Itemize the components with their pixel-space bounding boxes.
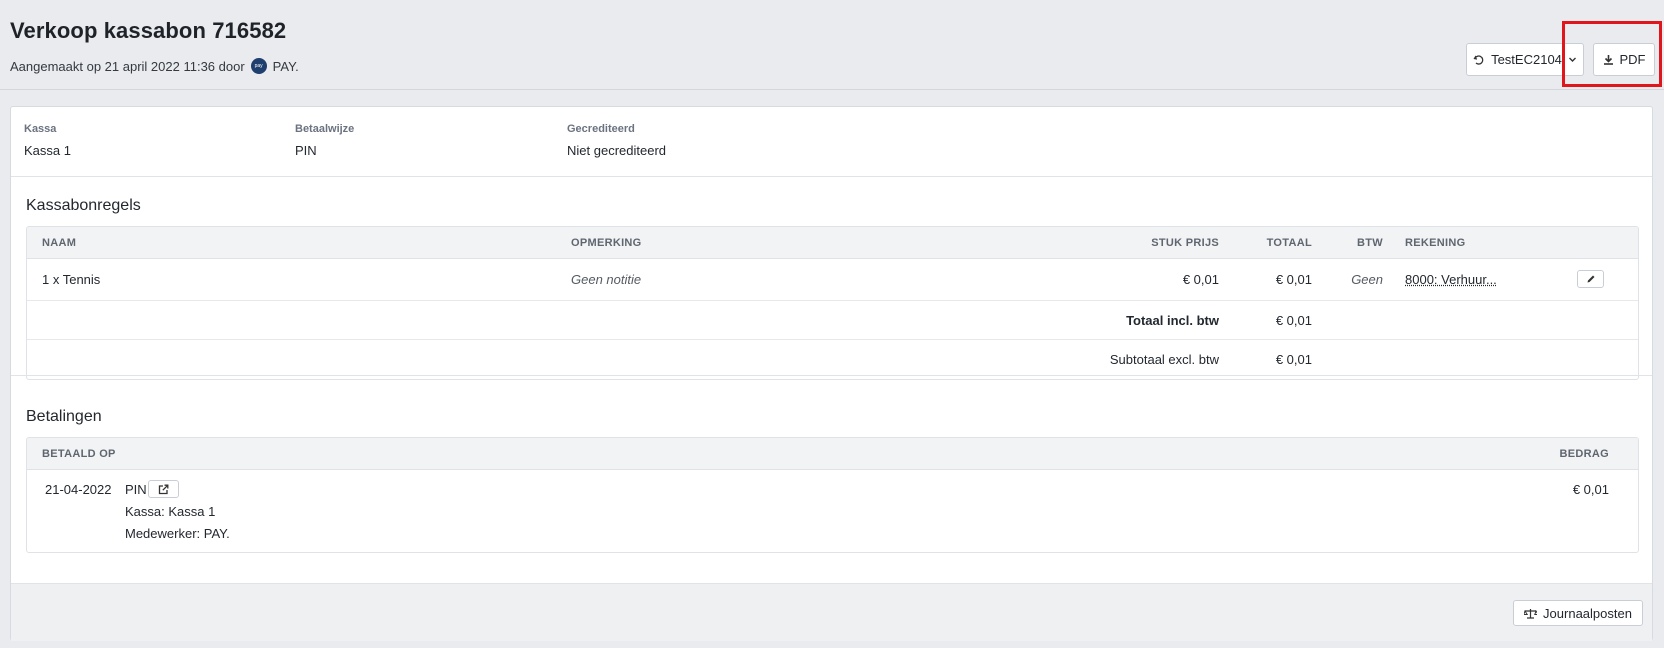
col-btw: BTW xyxy=(1357,237,1383,249)
payments-table-header: BETAALD OP BEDRAG xyxy=(27,438,1638,470)
page-header: Verkoop kassabon 716582 Aangemaakt op 21… xyxy=(0,0,1664,90)
line-opmerking: Geen notitie xyxy=(571,272,642,287)
card-footer: Journaalposten xyxy=(11,583,1652,641)
table-row: 21-04-2022 PIN Kassa: Kassa 1 Medewerker… xyxy=(27,470,1638,552)
external-link-icon xyxy=(158,484,169,495)
subtotal-excl-value: € 0,01 xyxy=(1275,352,1312,367)
line-naam: 1 x Tennis xyxy=(42,272,101,287)
receipt-meta: Kassa Kassa 1 Betaalwijze PIN Gecreditee… xyxy=(11,107,1652,177)
total-incl-label: Totaal incl. btw xyxy=(1126,313,1219,328)
line-rekening-link[interactable]: 8000: Verhuur... xyxy=(1405,272,1497,287)
payments-table: BETAALD OP BEDRAG 21-04-2022 PIN Kassa: … xyxy=(26,437,1639,553)
chevron-down-icon xyxy=(1568,55,1577,64)
meta-gecrediteerd-label: Gecrediteerd xyxy=(567,123,635,135)
meta-betaalwijze: Betaalwijze PIN xyxy=(295,123,354,158)
administration-name: TestEC2104 xyxy=(1491,52,1562,67)
meta-betaalwijze-label: Betaalwijze xyxy=(295,123,355,135)
payment-medewerker: Medewerker: PAY. xyxy=(125,526,230,541)
created-text: Aangemaakt op 21 april 2022 11:36 door xyxy=(10,58,245,74)
subtotal-excl-label: Subtotaal excl. btw xyxy=(1109,352,1219,367)
col-rekening: REKENING xyxy=(1405,237,1466,249)
meta-gecrediteerd-value: Niet gecrediteerd xyxy=(567,143,666,158)
meta-kassa-value: Kassa 1 xyxy=(24,143,71,158)
col-stukprijs: STUK PRIJS xyxy=(1151,237,1219,249)
col-betaald-op: BETAALD OP xyxy=(42,448,116,460)
line-totaal: € 0,01 xyxy=(1275,272,1312,287)
section-divider xyxy=(11,375,1652,376)
pencil-icon xyxy=(1586,274,1596,284)
meta-kassa: Kassa Kassa 1 xyxy=(24,123,71,158)
edit-line-button[interactable] xyxy=(1577,270,1604,288)
scale-icon xyxy=(1524,608,1538,619)
payment-amount: € 0,01 xyxy=(1572,482,1609,497)
table-row: 1 x Tennis Geen notitie € 0,01 € 0,01 Ge… xyxy=(27,259,1638,301)
lines-table-header: NAAM OPMERKING STUK PRIJS TOTAAL BTW REK… xyxy=(27,227,1638,259)
col-naam: NAAM xyxy=(42,237,77,249)
col-totaal: TOTAAL xyxy=(1266,237,1312,249)
total-incl-value: € 0,01 xyxy=(1275,313,1312,328)
payment-kassa: Kassa: Kassa 1 xyxy=(125,504,216,519)
payments-section-title: Betalingen xyxy=(26,408,102,425)
pdf-label: PDF xyxy=(1619,52,1646,67)
pdf-download-button[interactable]: PDF xyxy=(1593,43,1655,76)
lines-section-title: Kassabonregels xyxy=(26,197,141,214)
total-row: Totaal incl. btw € 0,01 xyxy=(27,301,1638,340)
payment-method: PIN xyxy=(125,482,147,497)
col-opmerking: OPMERKING xyxy=(571,237,642,249)
meta-kassa-label: Kassa xyxy=(24,123,57,135)
journal-entries-button[interactable]: Journaalposten xyxy=(1513,600,1643,626)
lines-table: NAAM OPMERKING STUK PRIJS TOTAAL BTW REK… xyxy=(26,226,1639,380)
subtotal-row: Subtotaal excl. btw € 0,01 xyxy=(27,340,1638,379)
journal-entries-label: Journaalposten xyxy=(1543,605,1632,621)
page-title: Verkoop kassabon 716582 xyxy=(10,18,287,43)
page-subtitle: Aangemaakt op 21 april 2022 11:36 door p… xyxy=(10,58,299,74)
line-stukprijs: € 0,01 xyxy=(1182,272,1219,287)
administration-selector-button[interactable]: TestEC2104 xyxy=(1466,43,1584,76)
created-by-user: PAY. xyxy=(272,58,299,74)
receipt-card: Kassa Kassa 1 Betaalwijze PIN Gecreditee… xyxy=(10,106,1653,641)
open-payment-button[interactable] xyxy=(148,480,179,498)
undo-icon xyxy=(1473,54,1485,66)
meta-gecrediteerd: Gecrediteerd Niet gecrediteerd xyxy=(567,123,666,158)
download-icon xyxy=(1603,54,1614,65)
col-bedrag: BEDRAG xyxy=(1559,448,1609,460)
avatar: pay xyxy=(250,58,267,74)
meta-betaalwijze-value: PIN xyxy=(295,143,317,158)
line-btw: Geen xyxy=(1351,272,1383,287)
payment-date: 21-04-2022 xyxy=(45,482,112,497)
